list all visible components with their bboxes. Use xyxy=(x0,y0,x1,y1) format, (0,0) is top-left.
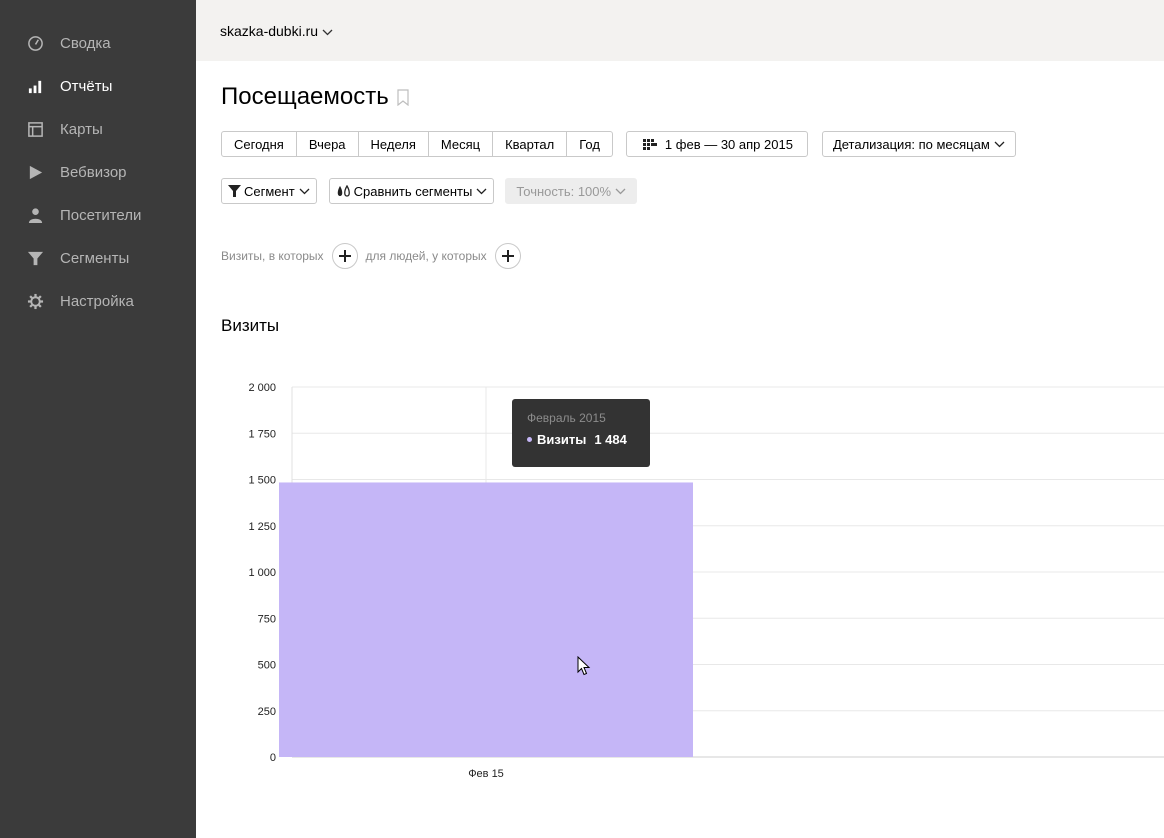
person-icon xyxy=(26,207,44,225)
period-month-button[interactable]: Месяц xyxy=(428,131,494,157)
period-week-button[interactable]: Неделя xyxy=(358,131,429,157)
sidebar-item-settings[interactable]: Настройка xyxy=(0,280,196,323)
sidebar-item-label: Сегменты xyxy=(60,250,130,267)
filter-builder: Визиты, в которых для людей, у которых xyxy=(221,243,529,269)
tooltip-series-name: Визиты xyxy=(537,432,587,447)
chevron-down-icon xyxy=(299,188,310,195)
add-visit-condition-button[interactable] xyxy=(331,243,358,269)
segment-dropdown[interactable]: Сегмент xyxy=(221,178,317,204)
filter-visits-label: Визиты, в которых xyxy=(221,249,324,263)
calendar-icon xyxy=(642,138,657,150)
y-tick-label: 250 xyxy=(258,706,276,718)
date-range-button[interactable]: 1 фев — 30 апр 2015 xyxy=(625,131,808,157)
chevron-down-icon xyxy=(322,23,333,39)
tooltip-value: 1 484 xyxy=(594,432,627,447)
chart-tooltip: Февраль 2015 Визиты 1 484 xyxy=(512,399,650,467)
visits-chart: 0 250 500 750 1 000 1 250 1 500 1 750 2 000 Фев 1… xyxy=(196,370,1164,800)
y-tick-label: 1 750 xyxy=(248,428,276,440)
period-today-button[interactable]: Сегодня xyxy=(221,131,297,157)
page-title-text: Посещаемость xyxy=(221,83,389,110)
sidebar-item-label: Настройка xyxy=(60,293,134,310)
x-tick-label: Фев 15 xyxy=(468,768,504,780)
sidebar-item-label: Карты xyxy=(60,121,103,138)
accuracy-dropdown[interactable]: Точность: 100% xyxy=(505,178,638,204)
compare-label: Сравнить сегменты xyxy=(353,183,473,199)
detail-label: Детализация: по месяцам xyxy=(832,136,990,152)
period-quarter-button[interactable]: Квартал xyxy=(493,131,568,157)
add-people-condition-button[interactable] xyxy=(494,243,521,269)
sidebar-item-segments[interactable]: Сегменты xyxy=(0,237,196,280)
compare-segments-dropdown[interactable]: Сравнить сегменты xyxy=(328,178,495,204)
chart-title: Визиты xyxy=(221,316,280,335)
y-tick-label: 1 000 xyxy=(248,567,276,579)
y-tick-label: 2 000 xyxy=(248,382,276,394)
bookmark-icon[interactable] xyxy=(397,88,409,106)
period-yesterday-button[interactable]: Вчера xyxy=(296,131,359,157)
filter-people-label: для людей, у которых xyxy=(365,249,487,263)
gear-icon xyxy=(26,293,44,311)
bar-chart-icon xyxy=(26,78,44,96)
chart-svg: 0 250 500 750 1 000 1 250 1 500 1 750 2 000 Фев 1… xyxy=(248,382,1164,780)
y-tick-label: 1 250 xyxy=(248,521,276,533)
sidebar-item-label: Сводка xyxy=(60,35,111,52)
page-title: Посещаемость xyxy=(221,83,409,111)
period-year-button[interactable]: Год xyxy=(567,131,613,157)
chevron-down-icon xyxy=(994,141,1005,148)
gauge-icon xyxy=(26,35,44,53)
site-selector-bar: skazka-dubki.ru xyxy=(196,0,1164,61)
drops-icon xyxy=(336,185,352,197)
sidebar-item-label: Вебвизор xyxy=(60,164,127,181)
sidebar-item-summary[interactable]: Сводка xyxy=(0,22,196,65)
tooltip-series-dot xyxy=(527,437,532,442)
funnel-icon xyxy=(26,250,44,268)
detail-dropdown[interactable]: Детализация: по месяцам xyxy=(821,131,1016,157)
sidebar: Сводка Отчёты Карты Вебвизор Посетители … xyxy=(0,0,196,838)
toolbar-period: Сегодня Вчера Неделя Месяц Квартал Год 1… xyxy=(221,131,1016,157)
filter-icon xyxy=(228,185,241,197)
site-selector[interactable]: skazka-dubki.ru xyxy=(220,23,333,39)
map-icon xyxy=(26,121,44,139)
tooltip-body: Визиты 1 484 xyxy=(527,432,650,447)
y-tick-label: 1 500 xyxy=(248,475,276,487)
site-name: skazka-dubki.ru xyxy=(220,22,319,39)
y-tick-label: 0 xyxy=(270,752,276,764)
toolbar-segments: Сегмент Сравнить сегменты Точность: 100% xyxy=(221,178,638,204)
sidebar-item-label: Посетители xyxy=(60,207,142,224)
play-icon xyxy=(26,164,44,182)
tooltip-header: Февраль 2015 xyxy=(527,411,606,425)
segment-label: Сегмент xyxy=(244,183,295,199)
sidebar-item-reports[interactable]: Отчёты xyxy=(0,65,196,108)
period-selector: Сегодня Вчера Неделя Месяц Квартал Год xyxy=(221,131,613,157)
y-tick-label: 750 xyxy=(258,613,276,625)
chevron-down-icon xyxy=(476,188,487,195)
bar xyxy=(279,482,693,757)
chevron-down-icon xyxy=(615,188,626,195)
sidebar-item-visitors[interactable]: Посетители xyxy=(0,194,196,237)
y-tick-label: 500 xyxy=(258,660,276,672)
sidebar-item-maps[interactable]: Карты xyxy=(0,108,196,151)
accuracy-label: Точность: 100% xyxy=(516,183,612,199)
sidebar-item-webvisor[interactable]: Вебвизор xyxy=(0,151,196,194)
date-range-label: 1 фев — 30 апр 2015 xyxy=(664,136,793,152)
sidebar-item-label: Отчёты xyxy=(60,78,113,95)
